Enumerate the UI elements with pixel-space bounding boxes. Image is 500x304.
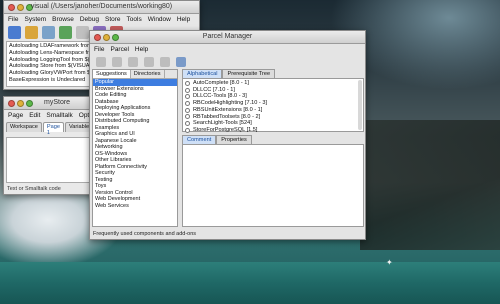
list-item[interactable]: RBTabbedToolsets [8.0 - 2] — [185, 114, 361, 121]
river-water — [0, 262, 500, 304]
category-tabs: Suggestions Directories — [93, 70, 177, 79]
radio-icon[interactable] — [185, 100, 190, 106]
workspace-tool-icon[interactable] — [8, 26, 21, 39]
menu-parcel[interactable]: Parcel — [110, 46, 128, 53]
close-icon[interactable] — [8, 100, 15, 107]
visual-titlebar[interactable]: visual (/Users/janoher/Documents/working… — [4, 1, 199, 14]
tab-prerequisite-tree[interactable]: Prerequisite Tree — [222, 69, 276, 78]
list-item[interactable]: RBCodeHighlighting [7.10 - 3] — [185, 100, 361, 107]
menu-file[interactable]: File — [94, 46, 104, 53]
reload-icon[interactable] — [128, 56, 138, 67]
tab-page-1[interactable]: Page 1 — [42, 122, 64, 136]
package-name: RBSUnitExtensions [8.0 - 1] — [193, 106, 263, 113]
filter-icon[interactable] — [176, 56, 186, 67]
workspace-titlebar[interactable]: myStore — [4, 97, 94, 110]
comment-text-area[interactable] — [182, 144, 364, 227]
package-pane: Alphabetical Prerequisite Tree AutoCompl… — [182, 69, 364, 227]
package-name: SearchLight-Tools [524] — [193, 120, 252, 127]
package-name: DLLCC-Tools [8.0 - 3] — [193, 93, 247, 100]
zoom-icon[interactable] — [26, 100, 33, 107]
tab-suggestions[interactable]: Suggestions — [93, 70, 131, 78]
store-label: myStore — [44, 99, 71, 106]
menu-browse[interactable]: Browse — [52, 16, 74, 23]
parcel-manager-toolbar — [90, 54, 365, 69]
workspace-status: Text or Smalltalk code — [7, 186, 61, 192]
load-icon[interactable] — [96, 56, 106, 67]
menu-page[interactable]: Page — [8, 112, 23, 119]
tab-alphabetical[interactable]: Alphabetical — [182, 69, 223, 78]
list-item[interactable]: RBSUnitExtensions [8.0 - 1] — [185, 107, 361, 114]
minimize-icon[interactable] — [17, 100, 24, 107]
tab-properties[interactable]: Properties — [216, 135, 252, 144]
find-icon[interactable] — [160, 56, 170, 67]
rock-cliff — [360, 120, 500, 250]
list-item[interactable]: DLLCC-Tools [8.0 - 3] — [185, 93, 361, 100]
category-pane: Suggestions Directories Popular Browser … — [92, 69, 178, 227]
package-name: RBTabbedToolsets [8.0 - 2] — [193, 113, 261, 120]
radio-icon[interactable] — [185, 121, 190, 127]
window-title: visual (/Users/janoher/Documents/working… — [30, 3, 173, 10]
parcel-manager-titlebar[interactable]: Parcel Manager — [90, 31, 365, 44]
tab-workspace[interactable]: Workspace — [6, 122, 42, 132]
store-tool-icon[interactable] — [59, 26, 72, 39]
list-item[interactable]: AutoComplete [8.0 - 1] — [185, 80, 361, 87]
list-item[interactable]: DLLCC [7.10 - 1] — [185, 87, 361, 94]
menu-help[interactable]: Help — [177, 16, 190, 23]
browse-icon[interactable] — [144, 56, 154, 67]
workspace-menubar: Page Edit Smalltalk Options — [4, 110, 101, 120]
list-item[interactable]: StoreForPostgreSQL [1.5] — [185, 127, 361, 134]
package-view-tabs: Alphabetical Prerequisite Tree — [182, 69, 364, 78]
menu-smalltalk[interactable]: Smalltalk — [46, 112, 72, 119]
detail-tabs: Comment Properties — [182, 135, 252, 144]
radio-icon[interactable] — [185, 80, 190, 86]
scrollbar[interactable] — [358, 80, 362, 130]
menu-edit[interactable]: Edit — [29, 112, 40, 119]
browser-tool-icon[interactable] — [25, 26, 38, 39]
radio-icon[interactable] — [185, 94, 190, 100]
tab-comment[interactable]: Comment — [182, 135, 217, 144]
radio-icon[interactable] — [185, 87, 190, 93]
visual-menubar: File System Browse Debug Store Tools Win… — [4, 14, 199, 24]
menu-tools[interactable]: Tools — [127, 16, 142, 23]
window-title: Parcel Manager — [202, 33, 253, 40]
radio-icon[interactable] — [185, 107, 190, 113]
workspace-editor[interactable] — [6, 137, 92, 183]
package-name: StoreForPostgreSQL [1.5] — [193, 126, 258, 133]
tab-directories[interactable]: Directories — [131, 70, 165, 78]
list-item[interactable]: Web Services — [93, 203, 177, 210]
parcel-manager-window: Parcel Manager File Parcel Help Suggesti… — [89, 30, 366, 240]
workspace-window: myStore Page Edit Smalltalk Options Work… — [3, 96, 101, 195]
menu-debug[interactable]: Debug — [80, 16, 99, 23]
category-list: Popular Browser Extensions Code Editing … — [93, 79, 177, 209]
parcel-manager-menubar: File Parcel Help — [90, 44, 365, 54]
menu-file[interactable]: File — [8, 16, 18, 23]
menu-system[interactable]: System — [24, 16, 46, 23]
status-text: Frequently used components and add-ons — [93, 231, 197, 237]
package-list: AutoComplete [8.0 - 1] DLLCC [7.10 - 1] … — [182, 78, 364, 134]
debug-tool-icon[interactable] — [76, 26, 89, 39]
menu-help[interactable]: Help — [135, 46, 148, 53]
workspace-tabs: Workspace Page 1 Variables — [6, 122, 96, 136]
radio-icon[interactable] — [185, 114, 190, 120]
package-name: RBCodeHighlighting [7.10 - 3] — [193, 100, 268, 107]
radio-icon[interactable] — [185, 127, 190, 133]
package-name: DLLCC [7.10 - 1] — [193, 86, 235, 93]
bird-icon: ✦ — [386, 258, 393, 267]
menu-window[interactable]: Window — [148, 16, 171, 23]
list-item[interactable]: SearchLight-Tools [524] — [185, 120, 361, 127]
menu-store[interactable]: Store — [105, 16, 121, 23]
unload-icon[interactable] — [112, 56, 122, 67]
settings-tool-icon[interactable] — [42, 26, 55, 39]
package-name: AutoComplete [8.0 - 1] — [193, 80, 249, 86]
